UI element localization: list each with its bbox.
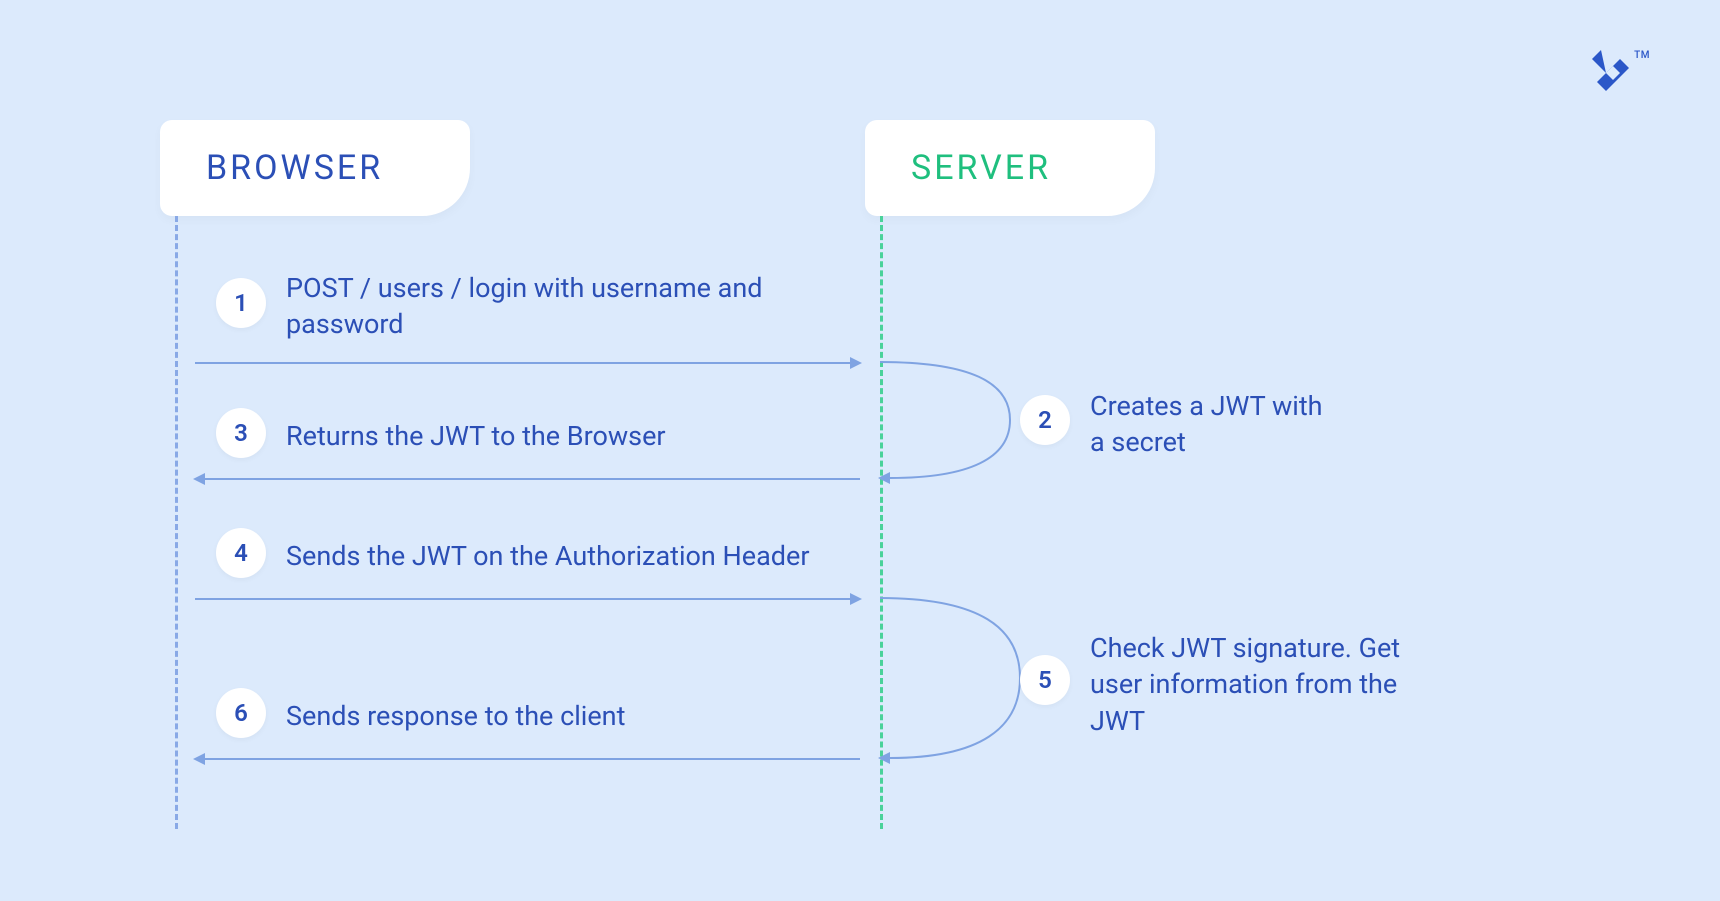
step-number: 1 [234, 289, 248, 317]
step-text-2: Creates a JWT with a secret [1090, 388, 1340, 461]
step-number: 6 [234, 699, 248, 727]
step-text-5: Check JWT signature. Get user informatio… [1090, 630, 1410, 739]
step-badge-4: 4 [216, 528, 266, 578]
step-number: 3 [234, 419, 248, 447]
step-number: 2 [1038, 406, 1052, 434]
arrow-3-right [195, 598, 860, 600]
step-badge-3: 3 [216, 408, 266, 458]
trademark-label: TM [1634, 50, 1650, 61]
step-text-1: POST / users / login with username and p… [286, 270, 856, 343]
step-badge-6: 6 [216, 688, 266, 738]
step-text-6: Sends response to the client [286, 698, 846, 734]
step-badge-5: 5 [1020, 655, 1070, 705]
toptal-icon [1592, 50, 1630, 96]
server-header-label: SERVER [911, 148, 1051, 188]
browser-lifeline [175, 216, 178, 829]
arrow-2-left [195, 478, 860, 480]
step-number: 5 [1038, 666, 1052, 694]
step-number: 4 [234, 539, 248, 567]
browser-header-label: BROWSER [206, 148, 383, 188]
brand-logo: TM [1592, 50, 1650, 96]
server-header: SERVER [865, 120, 1155, 216]
step-badge-1: 1 [216, 278, 266, 328]
browser-header: BROWSER [160, 120, 470, 216]
step-text-3: Returns the JWT to the Browser [286, 418, 846, 454]
step-text-4: Sends the JWT on the Authorization Heade… [286, 538, 886, 574]
step-badge-2: 2 [1020, 395, 1070, 445]
server-lifeline [880, 216, 883, 829]
diagram-stage: TM BROWSER SERVER 1 POST / users / login… [0, 0, 1720, 901]
arrow-4-left [195, 758, 860, 760]
arrow-1-right [195, 362, 860, 364]
